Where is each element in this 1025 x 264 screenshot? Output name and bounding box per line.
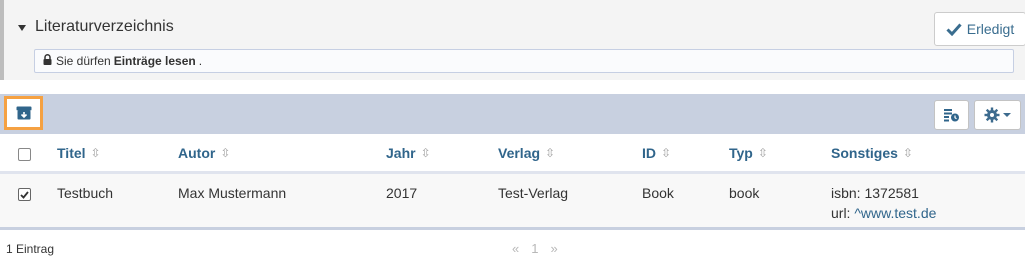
pager-page[interactable]: 1 bbox=[531, 241, 538, 256]
cell-verlag: Test-Verlag bbox=[498, 185, 569, 201]
url-link[interactable]: ^www.test.de bbox=[854, 205, 936, 221]
row-checkbox[interactable] bbox=[18, 188, 31, 201]
permission-prefix: Sie dürfen bbox=[56, 54, 111, 68]
select-all-checkbox[interactable] bbox=[18, 148, 31, 161]
sort-icon: ⇳ bbox=[902, 146, 913, 160]
column-label: Sonstiges bbox=[831, 145, 898, 161]
pagination: « 1 » bbox=[512, 241, 558, 256]
cell-titel: Testbuch bbox=[57, 185, 114, 201]
cell-sonstiges-isbn: isbn: 1372581 bbox=[831, 185, 919, 201]
column-header-typ[interactable]: Typ ⇳ bbox=[729, 145, 768, 161]
checkmark-icon bbox=[946, 23, 962, 36]
column-header-jahr[interactable]: Jahr ⇳ bbox=[386, 145, 431, 161]
sort-icon: ⇳ bbox=[90, 146, 101, 160]
chevron-down-icon bbox=[1003, 113, 1011, 117]
gear-icon bbox=[984, 107, 1000, 123]
table-columns-icon bbox=[944, 109, 959, 122]
sort-icon: ⇳ bbox=[420, 146, 431, 160]
column-label: Verlag bbox=[498, 145, 541, 161]
panel-title: Literaturverzeichnis bbox=[35, 18, 174, 35]
column-label: Autor bbox=[178, 145, 216, 161]
permission-bold: Einträge lesen bbox=[113, 54, 196, 68]
table-row[interactable]: Testbuch Max Mustermann 2017 Test-Verlag… bbox=[0, 174, 1025, 230]
archive-download-icon bbox=[16, 106, 31, 120]
column-header-titel[interactable]: Titel ⇳ bbox=[57, 145, 101, 161]
column-header-sonstiges[interactable]: Sonstiges ⇳ bbox=[831, 145, 913, 161]
sort-icon: ⇳ bbox=[545, 146, 556, 160]
check-icon bbox=[20, 190, 29, 199]
column-label: Jahr bbox=[386, 145, 416, 161]
column-header-id[interactable]: ID ⇳ bbox=[642, 145, 671, 161]
pager-next[interactable]: » bbox=[550, 241, 557, 256]
column-label: Titel bbox=[57, 145, 86, 161]
cell-id: Book bbox=[642, 185, 674, 201]
cell-autor: Max Mustermann bbox=[178, 185, 287, 201]
permission-suffix: . bbox=[198, 54, 203, 68]
literature-panel: Literaturverzeichnis Erledigt Sie dürfen… bbox=[0, 0, 1025, 80]
sort-icon: ⇳ bbox=[220, 146, 231, 160]
columns-button[interactable] bbox=[934, 100, 969, 130]
cell-sonstiges-url: url: ^www.test.de bbox=[831, 205, 936, 221]
table-toolbar bbox=[0, 94, 1025, 134]
cell-jahr: 2017 bbox=[386, 185, 418, 201]
column-label: ID bbox=[642, 145, 656, 161]
table-header: Titel ⇳ Autor ⇳ Jahr ⇳ Verlag ⇳ ID ⇳ Typ… bbox=[0, 134, 1025, 174]
cell-typ: book bbox=[729, 185, 760, 201]
sort-icon: ⇳ bbox=[661, 146, 672, 160]
column-header-verlag[interactable]: Verlag ⇳ bbox=[498, 145, 555, 161]
pager-prev[interactable]: « bbox=[512, 241, 519, 256]
entry-count: 1 Eintrag bbox=[6, 242, 55, 256]
settings-dropdown-button[interactable] bbox=[974, 100, 1021, 130]
permission-notice: Sie dürfen Einträge lesen . bbox=[34, 49, 1014, 73]
sort-icon: ⇳ bbox=[757, 146, 768, 160]
column-header-autor[interactable]: Autor ⇳ bbox=[178, 145, 230, 161]
export-button[interactable] bbox=[4, 96, 43, 130]
caret-down-icon bbox=[18, 24, 26, 31]
lock-icon bbox=[43, 54, 52, 68]
done-button[interactable]: Erledigt bbox=[934, 12, 1025, 46]
url-prefix: url: bbox=[831, 205, 855, 221]
panel-header-toggle[interactable]: Literaturverzeichnis bbox=[18, 18, 174, 36]
column-label: Typ bbox=[729, 145, 753, 161]
done-button-label: Erledigt bbox=[966, 21, 1015, 37]
